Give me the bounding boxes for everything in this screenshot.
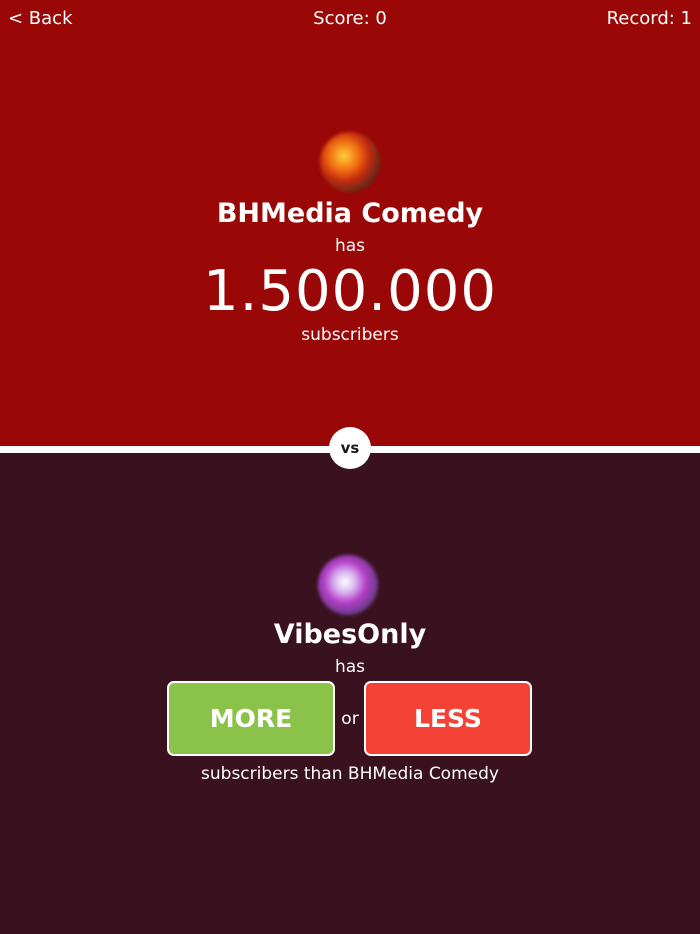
less-button[interactable]: LESS: [364, 681, 532, 756]
challenger-channel-avatar: [318, 555, 378, 615]
challenger-has-label: has: [334, 657, 366, 677]
or-label: or: [341, 709, 359, 729]
record-label: Record: 1: [606, 8, 692, 29]
current-channel-avatar: [320, 132, 380, 192]
back-button[interactable]: < Back: [8, 8, 73, 30]
comparison-label: subscribers than BHMedia Comedy: [201, 764, 499, 784]
current-channel-name: BHMedia Comedy: [216, 198, 484, 229]
more-button[interactable]: MORE: [167, 681, 335, 756]
challenger-channel-panel: [0, 453, 700, 934]
vs-badge: vs: [329, 427, 371, 469]
current-has-label: has: [334, 236, 366, 256]
current-subscriber-count: 1.500.000: [202, 259, 497, 324]
challenger-channel-name: VibesOnly: [273, 619, 427, 650]
current-subscribers-label: subscribers: [301, 325, 399, 345]
